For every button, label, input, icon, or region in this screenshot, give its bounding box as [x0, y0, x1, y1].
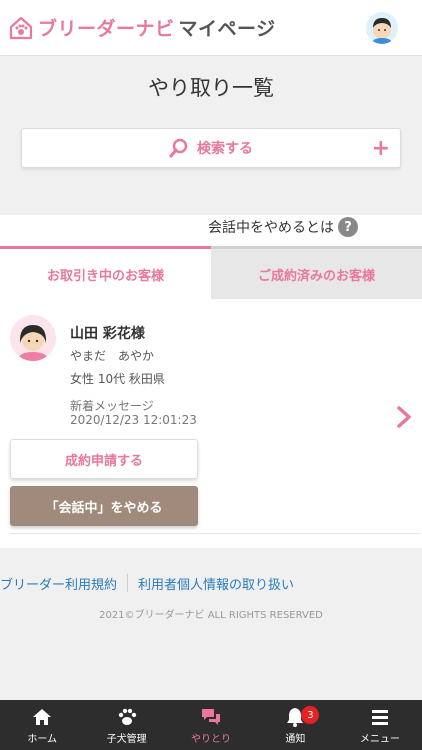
tab-contracted[interactable]: ご成約済みのお客様	[211, 246, 422, 299]
paw-icon	[118, 708, 136, 725]
customer-attributes: 女性 10代 秋田県	[70, 372, 165, 386]
search-toggle[interactable]: 検索する +	[21, 128, 401, 168]
chat-icon	[202, 708, 221, 725]
nav-label-messages: やりとり	[191, 733, 232, 745]
quit-info-link[interactable]: 会話中をやめるとは ?	[208, 215, 358, 239]
bottom-nav: ホーム 子犬管理 やりとり 3 通知 メニュー	[0, 700, 422, 750]
nav-notifications[interactable]: 3 通知	[253, 700, 337, 750]
divider	[10, 533, 420, 534]
copyright: 2021©ブリーダーナビ ALL RIGHTS RESERVED	[99, 610, 323, 621]
chevron-right-icon[interactable]	[396, 405, 412, 429]
tab-in-progress[interactable]: お取引き中のお客様	[0, 246, 211, 299]
search-icon	[169, 138, 188, 158]
contract-request-button[interactable]: 成約申請する	[10, 439, 198, 479]
conversation-list: 会話中をやめるとは ? お取引き中のお客様 ご成約済みのお客様 山田 彩花様 や…	[0, 215, 422, 548]
home-icon	[33, 708, 52, 725]
nav-puppies[interactable]: 子犬管理	[84, 700, 168, 750]
new-message-label: 新着メッセージ	[70, 399, 154, 413]
notification-badge: 3	[301, 706, 320, 724]
help-icon: ?	[338, 217, 358, 237]
customer-tabs: お取引き中のお客様 ご成約済みのお客様	[0, 246, 422, 299]
page-title: やり取り一覧	[148, 76, 274, 100]
footer-divider	[127, 574, 129, 592]
logo[interactable]: ブリーダーナビ マイページ	[8, 14, 276, 41]
nav-messages[interactable]: やりとり	[169, 700, 253, 750]
user-avatar[interactable]	[366, 12, 398, 44]
nav-label-menu: メニュー	[359, 733, 400, 745]
quit-conversation-button[interactable]: 「会話中」をやめる	[10, 486, 198, 526]
boy-avatar-icon	[372, 18, 392, 44]
menu-icon	[371, 709, 388, 725]
app-header: ブリーダーナビ マイページ	[0, 0, 422, 56]
nav-menu[interactable]: メニュー	[338, 700, 422, 750]
customer-name: 山田 彩花様	[70, 326, 145, 342]
quit-info-text: 会話中をやめるとは	[208, 220, 334, 236]
privacy-link[interactable]: 利用者個人情報の取り扱い	[138, 574, 294, 593]
nav-home[interactable]: ホーム	[0, 700, 84, 750]
nav-label-notifications: 通知	[285, 733, 306, 745]
plus-icon: +	[371, 136, 390, 161]
customer-kana: やまだ あやか	[70, 349, 155, 363]
nav-label-home: ホーム	[27, 733, 58, 745]
nav-label-puppies: 子犬管理	[106, 733, 147, 745]
customer-avatar	[10, 315, 56, 361]
new-message-time: 2020/12/23 12:01:23	[70, 413, 197, 427]
house-paw-logo-icon	[9, 16, 33, 39]
logo-subtitle: マイページ	[178, 18, 276, 40]
girl-avatar-icon	[18, 325, 48, 361]
footer-links: ブリーダー利用規約 利用者個人情報の取り扱い	[0, 574, 422, 593]
logo-text: ブリーダーナビ	[38, 18, 175, 40]
search-label: 検索する	[197, 141, 253, 157]
terms-link[interactable]: ブリーダー利用規約	[0, 574, 117, 593]
